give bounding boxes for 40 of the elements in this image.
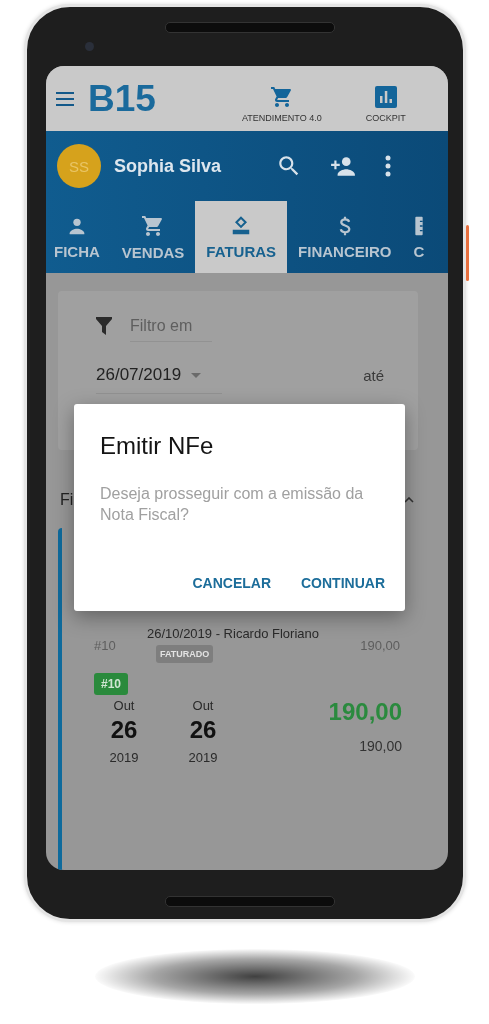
filter-field[interactable]: Filtro em bbox=[130, 310, 212, 342]
filter-icon bbox=[96, 317, 112, 335]
cart-icon bbox=[269, 84, 294, 109]
shortcut-label[interactable]: ATENDIMENTO 4.0 bbox=[242, 112, 322, 123]
tab[interactable]: FATURAS bbox=[195, 201, 288, 273]
dialog-button[interactable]: CANCELAR bbox=[184, 567, 279, 599]
subtotal-amount: 190,00 bbox=[359, 738, 402, 754]
month-label: Out bbox=[113, 698, 135, 713]
status-badge: FATURADO bbox=[156, 645, 214, 663]
total-amount: 190,00 bbox=[328, 698, 402, 726]
dialog-button[interactable]: CONTINUAR bbox=[293, 567, 393, 599]
day-label: 26 bbox=[189, 716, 217, 744]
month-label: Out bbox=[192, 698, 214, 713]
invoice-amount: 190,00 bbox=[360, 638, 400, 653]
camera-dot bbox=[85, 42, 94, 51]
bar-chart-icon bbox=[373, 84, 398, 109]
avatar: SS bbox=[57, 144, 101, 188]
year-label: 2019 bbox=[188, 750, 218, 765]
day-label: 26 bbox=[110, 716, 138, 744]
shortcut-label[interactable]: COCKPIT bbox=[365, 112, 406, 123]
dialog-title: Emitir NFe bbox=[100, 432, 215, 460]
date-dropdown[interactable]: 26/07/2019 bbox=[96, 357, 222, 394]
tab[interactable]: FINANCEIRO bbox=[287, 201, 403, 273]
year-label: 2019 bbox=[109, 750, 139, 765]
invoice-title: 26/10/2019 - Ricardo Floriano bbox=[147, 626, 319, 641]
number-tag: #10 bbox=[94, 673, 129, 695]
invoice-number: #10 bbox=[94, 638, 117, 653]
app-logo: B15 bbox=[88, 80, 157, 117]
customer-name: Sophia Silva bbox=[114, 155, 223, 177]
ruler-icon bbox=[413, 214, 424, 237]
section-title: Fi bbox=[60, 491, 74, 509]
menu-icon[interactable] bbox=[56, 91, 74, 106]
chevron-icon[interactable] bbox=[404, 497, 414, 503]
tab[interactable]: FICHA bbox=[46, 201, 111, 273]
tab[interactable]: C bbox=[402, 201, 436, 273]
tab[interactable]: VENDAS bbox=[110, 201, 196, 273]
caret-icon bbox=[191, 372, 202, 378]
dialog-message: Deseja prosseguir com a emissão da Nota Fiscal? bbox=[100, 484, 365, 525]
until-label: até bbox=[363, 367, 384, 384]
more-icon[interactable] bbox=[384, 153, 392, 179]
